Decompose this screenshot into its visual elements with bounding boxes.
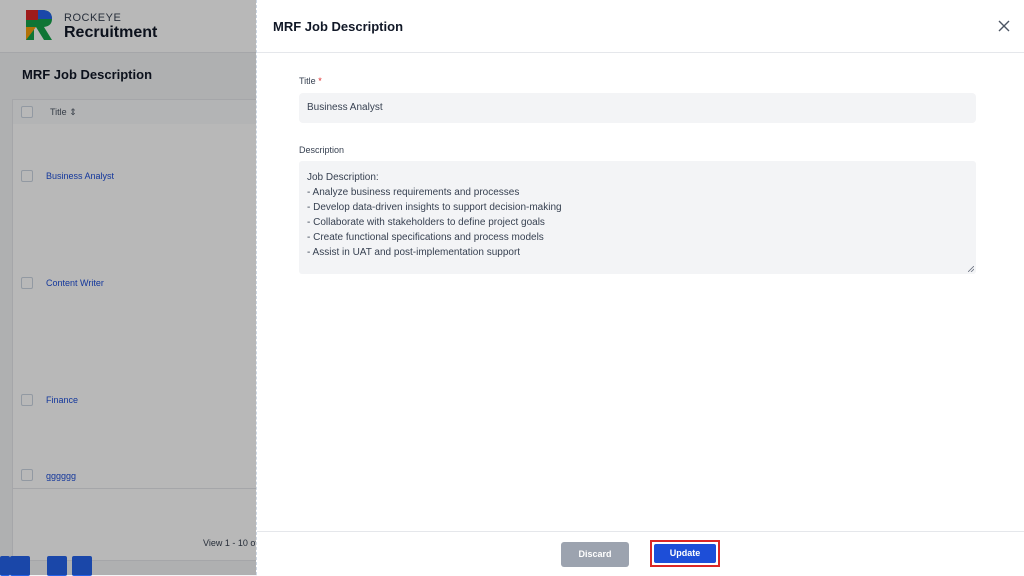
description-label: Description	[299, 145, 345, 155]
resize-handle-icon[interactable]	[968, 266, 974, 272]
title-input[interactable]: Business Analyst	[299, 93, 976, 123]
required-mark: *	[318, 76, 322, 86]
dialog-header: MRF Job Description	[257, 0, 1024, 53]
title-label: Title *	[299, 76, 322, 86]
dialog-footer: Discard Update	[257, 531, 1024, 576]
description-line: - Collaborate with stakeholders to defin…	[307, 217, 545, 228]
update-button[interactable]: Update	[654, 544, 716, 563]
description-textarea[interactable]: Job Description: - Analyze business requ…	[299, 161, 976, 274]
discard-button[interactable]: Discard	[561, 542, 629, 567]
description-line: Job Description:	[307, 172, 379, 183]
description-line: - Assist in UAT and post-implementation …	[307, 247, 521, 258]
update-button-highlight: Update	[650, 540, 720, 567]
close-icon[interactable]	[997, 19, 1011, 33]
description-line: - Create functional specifications and p…	[307, 232, 544, 243]
description-line: - Analyze business requirements and proc…	[307, 187, 520, 198]
job-description-dialog: MRF Job Description Title * Business Ana…	[256, 0, 1024, 576]
dialog-title: MRF Job Description	[273, 19, 404, 34]
description-line: - Develop data-driven insights to suppor…	[307, 202, 562, 213]
